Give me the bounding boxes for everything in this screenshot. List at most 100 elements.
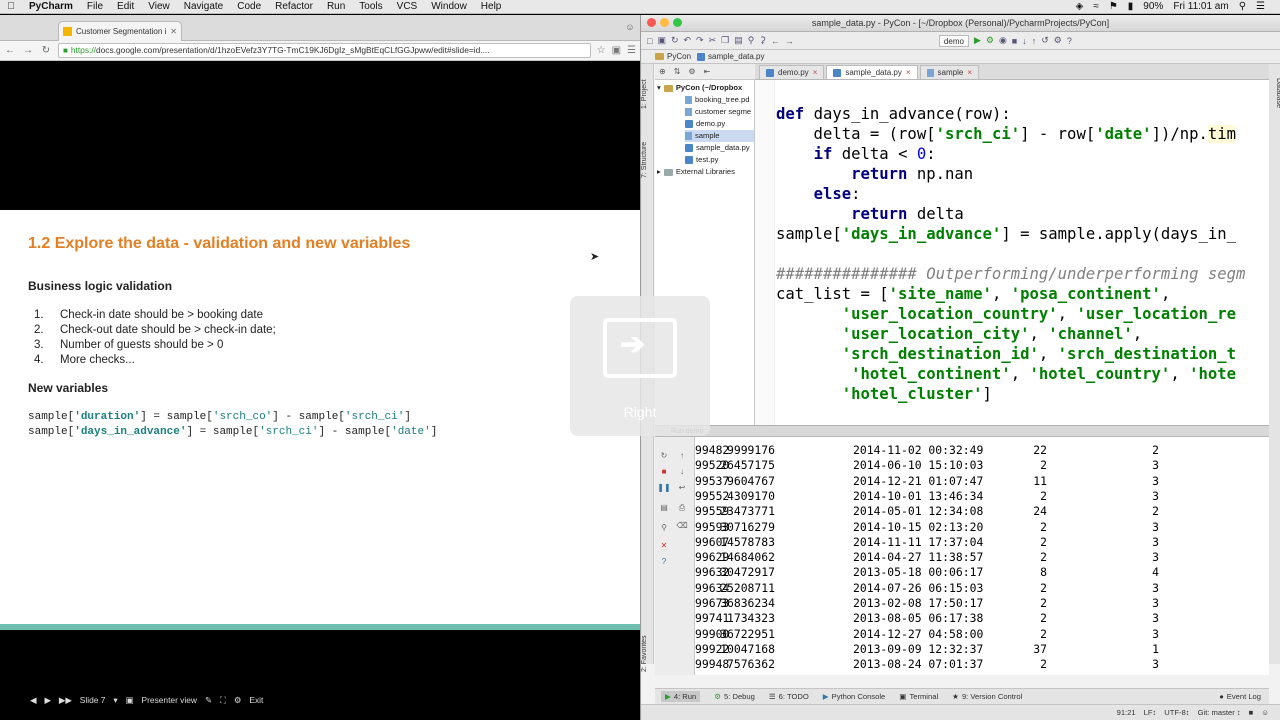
search-icon[interactable]: ⚲	[1234, 1, 1251, 12]
profile-icon[interactable]: ☺	[624, 22, 636, 34]
favorites-tool-tab[interactable]: 2: Favorites	[641, 624, 654, 684]
coverage-icon[interactable]: ◉	[999, 35, 1007, 46]
run-tool-tab[interactable]: ▶ 4: Run	[661, 691, 701, 702]
dropbox-icon[interactable]: ◈	[1071, 1, 1089, 12]
file-encoding[interactable]: UTF-8↕	[1164, 708, 1189, 717]
project-tool-tab[interactable]: 1: Project	[641, 64, 654, 124]
collapse-icon[interactable]: ⊕	[659, 67, 666, 76]
menu-edit[interactable]: Edit	[110, 0, 141, 14]
expand-arrow-icon[interactable]: ▸	[657, 166, 661, 178]
previous-slide-icon[interactable]: ◀	[30, 695, 36, 705]
stop-icon[interactable]: ■	[657, 467, 671, 476]
forward-icon[interactable]: →	[785, 36, 794, 46]
tree-file[interactable]: sample_data.py	[685, 142, 750, 154]
slide[interactable]: 1.2 Explore the data - validation and ne…	[0, 210, 640, 630]
close-tab-icon[interactable]: ✕	[170, 27, 177, 36]
tree-file[interactable]: test.py	[685, 154, 718, 166]
debug-icon[interactable]: ⚙	[986, 35, 994, 46]
open-folder-icon[interactable]: □	[647, 36, 652, 46]
flag-icon[interactable]: ⚑	[1104, 1, 1123, 12]
tree-external-libraries[interactable]: ▸ External Libraries	[657, 166, 735, 178]
exit-button[interactable]: Exit	[249, 695, 263, 705]
editor-tab-sample[interactable]: sample ×	[919, 65, 979, 79]
print-icon[interactable]: ⎙	[675, 503, 689, 513]
menu-window[interactable]: Window	[424, 0, 474, 14]
menu-code[interactable]: Code	[230, 0, 268, 14]
trash-icon[interactable]: ⌫	[675, 521, 689, 530]
python-console-tool-tab[interactable]: ▶ Python Console	[823, 692, 885, 701]
dropdown-icon[interactable]: ▾	[113, 695, 117, 705]
debug-tool-tab[interactable]: ⚙ 5: Debug	[714, 692, 755, 701]
minimize-window-icon[interactable]	[660, 18, 669, 27]
settings-gear-icon[interactable]: ⚙	[234, 695, 242, 705]
version-control-tool-tab[interactable]: ★ 9: Version Control	[952, 692, 1022, 701]
cursor-position[interactable]: 91:21	[1117, 708, 1136, 717]
zoom-window-icon[interactable]	[673, 18, 682, 27]
laser-pointer-icon[interactable]: ✎	[205, 695, 212, 705]
browser-tab[interactable]: Customer Segmentation in ✕	[58, 21, 182, 41]
autoscroll-icon[interactable]: ⇅	[674, 67, 681, 76]
code-line[interactable]: 'user_location_city', 'channel',	[776, 324, 1245, 344]
pause-icon[interactable]: ❚❚	[657, 483, 671, 492]
code-line[interactable]: 'hotel_continent', 'hotel_country', 'hot…	[776, 364, 1245, 384]
editor-tab-sample-data[interactable]: sample_data.py ×	[826, 65, 918, 79]
close-icon[interactable]: ✕	[657, 541, 671, 550]
chrome-menu-icon[interactable]: ☰	[627, 45, 636, 56]
code-line[interactable]	[776, 244, 1245, 264]
tree-file[interactable]: customer segme	[685, 106, 751, 118]
run-console[interactable]: 99482 9999176 2014-11-02 00:32:49 22 2 99520 2…	[695, 437, 1269, 675]
line-separator[interactable]: LF↕	[1144, 708, 1157, 717]
scroll-down-icon[interactable]: ↓	[675, 467, 689, 476]
bookmark-star-icon[interactable]: ☆	[597, 45, 606, 56]
expand-arrow-icon[interactable]: ▾	[657, 82, 661, 94]
database-tool-tab[interactable]: Database	[1269, 68, 1280, 118]
code-line[interactable]: 'srch_destination_id', 'srch_destination…	[776, 344, 1245, 364]
close-window-icon[interactable]	[647, 18, 656, 27]
rerun-icon[interactable]: ↻	[657, 451, 671, 460]
paste-icon[interactable]: ▤	[734, 35, 743, 46]
tree-file[interactable]: demo.py	[685, 118, 725, 130]
wrap-icon[interactable]: ↩	[675, 483, 689, 492]
stop-icon[interactable]: ■	[1012, 36, 1017, 46]
code-line[interactable]: else:	[776, 184, 1245, 204]
menu-vcs[interactable]: VCS	[390, 0, 425, 14]
code-line[interactable]: 'hotel_cluster']	[776, 384, 1245, 404]
play-icon[interactable]: ▶	[44, 695, 50, 705]
settings-icon[interactable]: ⚙	[1054, 35, 1062, 46]
help-icon[interactable]: ?	[1067, 36, 1072, 46]
address-bar[interactable]: ■ https://docs.google.com/presentation/d…	[58, 43, 591, 58]
code-line[interactable]: if delta < 0:	[776, 144, 1245, 164]
fullscreen-icon[interactable]: ⛶	[220, 695, 226, 706]
structure-tool-tab[interactable]: 7: Structure	[641, 130, 654, 190]
menu-tools[interactable]: Tools	[352, 0, 389, 14]
breadcrumb-file[interactable]: sample_data.py	[697, 52, 765, 61]
editor-tab-demo[interactable]: demo.py ×	[759, 65, 825, 79]
undo-icon[interactable]: ↶	[684, 35, 692, 46]
forward-arrow-icon[interactable]: →	[22, 45, 34, 56]
extension-icon[interactable]: ▣	[612, 45, 621, 56]
event-log-tool-tab[interactable]: ● Event Log	[1219, 692, 1269, 701]
inspector-icon[interactable]: ☺	[1261, 708, 1269, 717]
run-icon[interactable]: ▶	[974, 35, 981, 46]
close-tab-icon[interactable]: ×	[967, 68, 972, 77]
code-text[interactable]: def days_in_advance(row): delta = (row['…	[776, 104, 1245, 404]
clock[interactable]: Fri 11:01 am	[1168, 1, 1233, 12]
copy-icon[interactable]: ❐	[721, 35, 729, 46]
close-tab-icon[interactable]: ×	[813, 68, 818, 77]
tree-root[interactable]: ▾ PyCon (~/Dropbox	[657, 82, 742, 94]
run-configuration-select[interactable]: demo	[938, 34, 969, 47]
code-line[interactable]: cat_list = ['site_name', 'posa_continent…	[776, 284, 1245, 304]
help-icon[interactable]: ?	[657, 557, 671, 566]
hide-icon[interactable]: ⇤	[704, 67, 711, 76]
save-icon[interactable]: ▣	[657, 35, 666, 46]
replace-icon[interactable]: ⚳	[759, 35, 766, 46]
scroll-up-icon[interactable]: ↑	[675, 451, 689, 460]
tree-file-selected[interactable]: sample	[685, 130, 754, 142]
vcs-commit-icon[interactable]: ↑	[1032, 36, 1037, 46]
console-prompt[interactable]: In[4]:	[695, 673, 736, 676]
menu-list-icon[interactable]: ☰	[1251, 1, 1270, 12]
next-slide-icon[interactable]: ▶▶	[59, 695, 72, 705]
redo-icon[interactable]: ↷	[696, 35, 704, 46]
cut-icon[interactable]: ✂	[709, 35, 717, 46]
presenter-view-button[interactable]: Presenter view	[142, 695, 197, 705]
